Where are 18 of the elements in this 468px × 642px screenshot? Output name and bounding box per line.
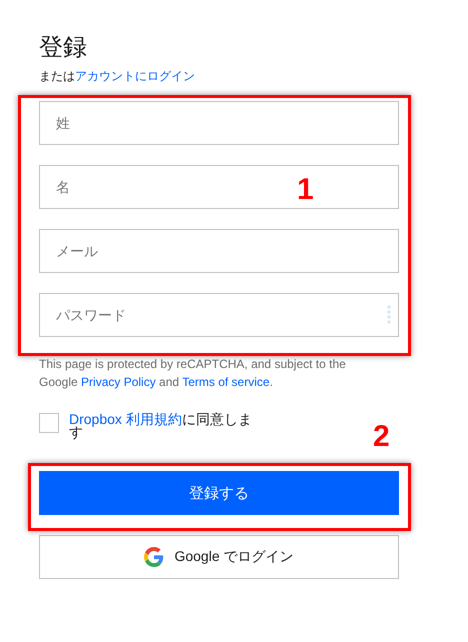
input-field[interactable]: 姓 xyxy=(39,101,399,145)
login-link[interactable]: アカウントにログイン xyxy=(75,69,195,83)
google-login-button[interactable]: Google でログイン xyxy=(39,535,399,579)
signup-button[interactable]: 登録する xyxy=(39,471,399,515)
step-number: 2 xyxy=(373,422,390,452)
input-field[interactable]: メール xyxy=(39,229,399,273)
terms-agreement: Dropbox 利用規約に同意します xyxy=(69,413,253,439)
dots-icon[interactable] xyxy=(387,305,391,325)
terms-link[interactable]: Dropbox 利用規約 xyxy=(69,411,182,427)
step-number: 1 xyxy=(297,175,314,205)
policy-link[interactable]: Terms of service xyxy=(182,375,270,389)
page-title: 登録 xyxy=(39,33,88,63)
terms-checkbox[interactable] xyxy=(39,413,59,433)
policy-link[interactable]: Privacy Policy xyxy=(81,375,156,389)
password-field[interactable]: パスワード xyxy=(39,293,399,337)
recaptcha-notice: This page is protected by reCAPTCHA, and subject to the Google Privacy Policy and Terms of service. xyxy=(39,356,347,391)
login-prompt: またはアカウントにログイン xyxy=(39,68,196,84)
google-logo-icon xyxy=(144,547,164,567)
